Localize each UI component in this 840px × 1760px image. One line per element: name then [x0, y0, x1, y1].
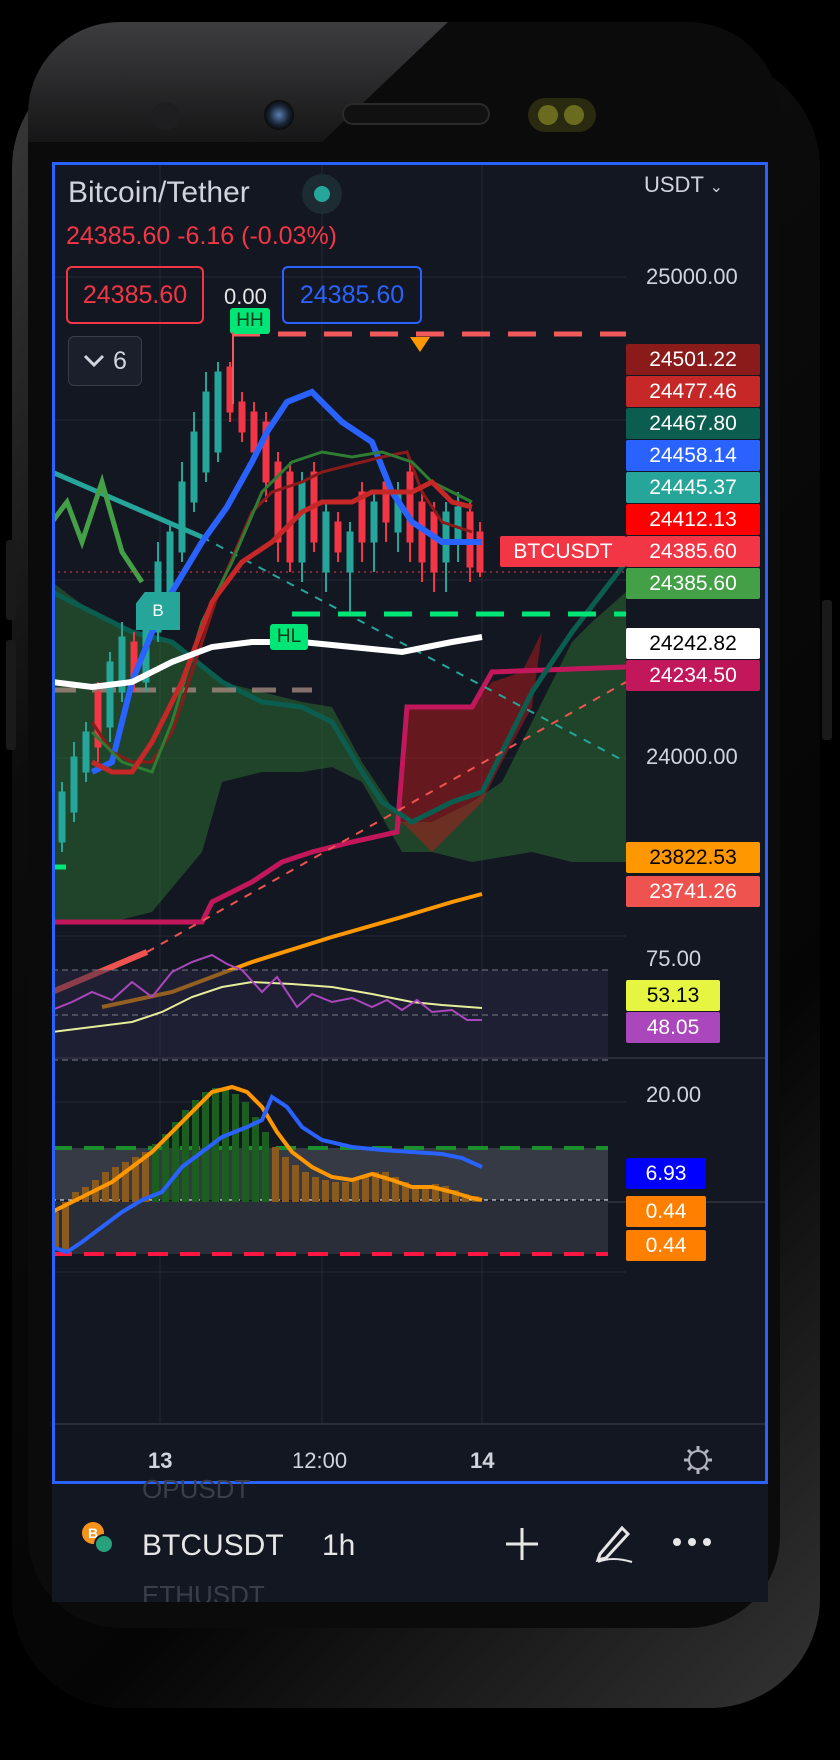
symbol-selector[interactable]: BTCUSDT	[142, 1529, 284, 1563]
plus-icon[interactable]	[504, 1526, 540, 1562]
btc-coin-icon: B	[82, 1522, 114, 1554]
chart-focus-frame	[52, 162, 768, 1484]
more-icon[interactable]	[672, 1536, 712, 1548]
app-screen: HH HL B Bitcoin/Tether 24385.60 -6.16 (-…	[52, 162, 768, 1602]
front-camera	[264, 100, 294, 130]
ghost-symbol: ETHUSDT	[142, 1580, 265, 1602]
ghost-symbol: OPUSDT	[142, 1474, 251, 1504]
pen-icon[interactable]	[592, 1522, 634, 1564]
flash-sensor	[528, 98, 596, 132]
phone-side-button	[6, 540, 16, 620]
proximity-sensor	[152, 102, 180, 130]
phone-side-button	[6, 640, 16, 750]
phone-side-button	[822, 600, 832, 740]
interval-selector[interactable]: 1h	[322, 1529, 355, 1563]
bottom-toolbar: OPUSDT ETHUSDT B BTCUSDT 1h	[52, 1474, 768, 1602]
earpiece-speaker	[342, 103, 490, 125]
